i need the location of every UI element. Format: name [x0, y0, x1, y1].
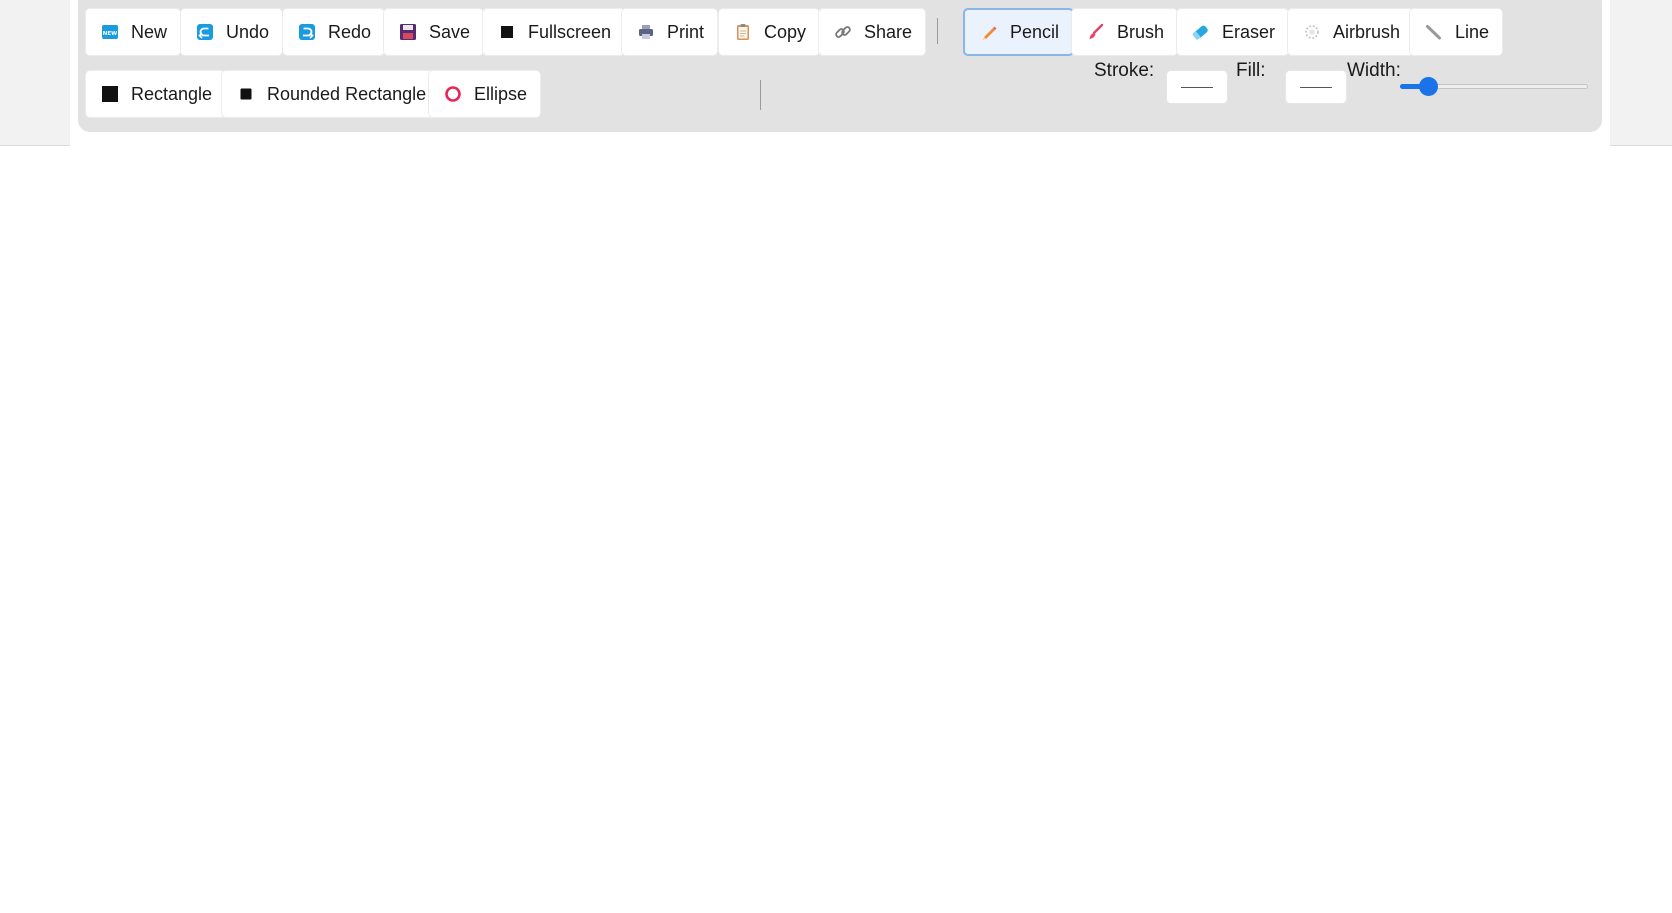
stroke-color-picker[interactable]: [1166, 70, 1228, 104]
line-tool-label: Line: [1455, 21, 1490, 42]
rectangle-tool-button[interactable]: Rectangle: [85, 70, 227, 118]
airbrush-tool-button[interactable]: Airbrush: [1287, 8, 1415, 56]
svg-text:NEW: NEW: [103, 31, 117, 37]
rounded-rectangle-tool-label: Rounded Rectangle: [267, 83, 427, 104]
eraser-tool-button[interactable]: Eraser: [1176, 8, 1290, 56]
toolbar-divider: [760, 80, 761, 110]
line-icon: [1424, 22, 1444, 42]
redo-button-label: Redo: [328, 21, 372, 42]
print-button-label: Print: [667, 21, 705, 42]
rounded-rectangle-tool-button[interactable]: Rounded Rectangle: [221, 70, 441, 118]
floppy-disk-icon: [398, 22, 418, 42]
redo-icon: [297, 22, 317, 42]
undo-icon: [195, 22, 215, 42]
fullscreen-button-label: Fullscreen: [528, 21, 612, 42]
link-icon: [833, 22, 853, 42]
pencil-tool-label: Pencil: [1010, 21, 1060, 42]
airbrush-tool-label: Airbrush: [1333, 21, 1401, 42]
stroke-color-preview: [1181, 86, 1213, 88]
brush-icon: [1086, 22, 1106, 42]
width-slider-thumb[interactable]: [1419, 77, 1439, 96]
undo-button-label: Undo: [226, 21, 270, 42]
rectangle-tool-label: Rectangle: [131, 83, 213, 104]
hollow-circle-icon: [443, 84, 463, 104]
ellipse-tool-button[interactable]: Ellipse: [428, 70, 542, 118]
black-small-square-icon: [236, 84, 256, 104]
stroke-label: Stroke:: [1094, 60, 1155, 81]
printer-icon: [636, 22, 656, 42]
eraser-tool-label: Eraser: [1222, 21, 1276, 42]
undo-button[interactable]: Undo: [180, 8, 284, 56]
clipboard-icon: [733, 22, 753, 42]
toolbar: NEW New Undo Redo Save Fullscreen Print: [78, 0, 1602, 132]
share-button-label: Share: [864, 21, 913, 42]
fill-label: Fill:: [1236, 60, 1266, 81]
share-button[interactable]: Share: [818, 8, 927, 56]
new-button[interactable]: NEW New: [85, 8, 182, 56]
brush-tool-label: Brush: [1117, 21, 1165, 42]
save-button[interactable]: Save: [383, 8, 485, 56]
width-slider[interactable]: [1400, 74, 1588, 98]
eraser-icon: [1191, 22, 1211, 42]
copy-button[interactable]: Copy: [718, 8, 821, 56]
print-button[interactable]: Print: [621, 8, 719, 56]
ellipse-tool-label: Ellipse: [474, 83, 528, 104]
redo-button[interactable]: Redo: [282, 8, 386, 56]
brush-tool-button[interactable]: Brush: [1071, 8, 1179, 56]
black-square-icon: [497, 22, 517, 42]
fullscreen-button[interactable]: Fullscreen: [482, 8, 626, 56]
new-button-label: New: [131, 21, 168, 42]
copy-button-label: Copy: [764, 21, 807, 42]
fill-color-picker[interactable]: [1285, 70, 1347, 104]
black-large-square-icon: [100, 84, 120, 104]
new-icon: NEW: [100, 22, 120, 42]
save-button-label: Save: [429, 21, 471, 42]
fill-color-preview: [1300, 86, 1332, 88]
pencil-icon: [979, 22, 999, 42]
airbrush-icon: [1302, 22, 1322, 42]
toolbar-divider: [937, 18, 938, 44]
pencil-tool-button[interactable]: Pencil: [963, 8, 1075, 56]
width-label: Width:: [1347, 60, 1401, 81]
line-tool-button[interactable]: Line: [1409, 8, 1504, 56]
